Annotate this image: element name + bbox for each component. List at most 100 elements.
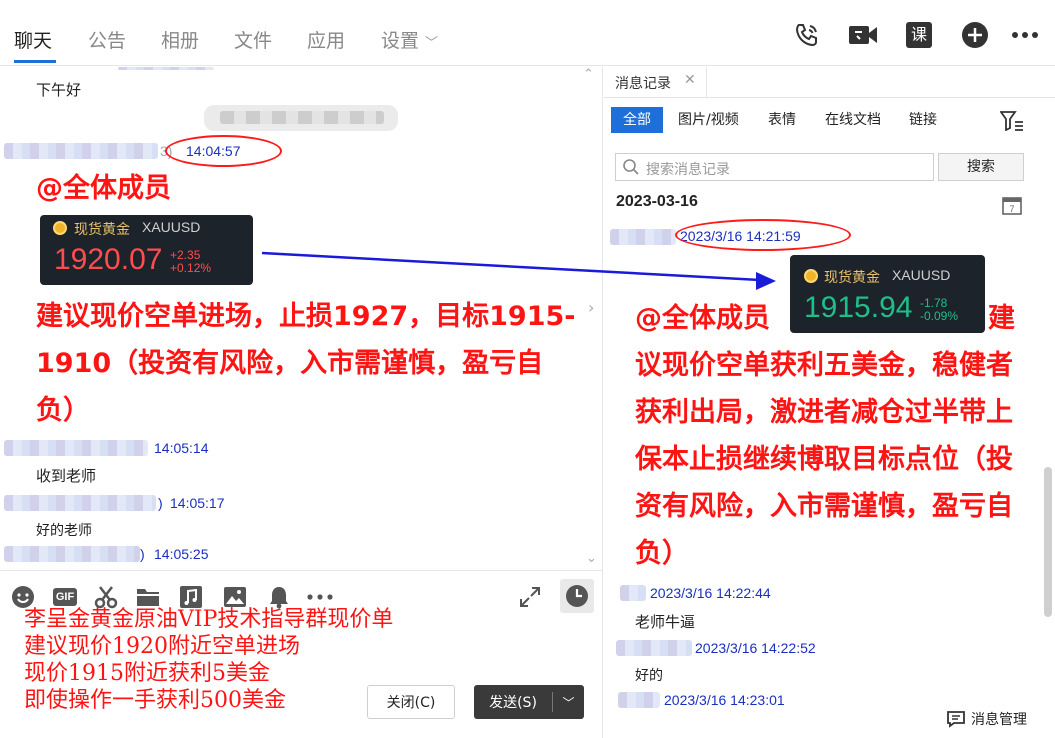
search-input[interactable]: 搜索消息记录 [615,153,934,181]
history-text-line: 建 [988,303,1015,334]
class-icon[interactable]: 课 [904,20,934,50]
message-management-button[interactable]: 消息管理 [946,709,1027,729]
message-text: 好的老师 [36,523,92,539]
svg-text:7: 7 [1009,204,1014,214]
composer: GIF 李呈金黄金原油VIP技术指导群现价单 建议现价1920附近空单进场 现价… [0,570,603,738]
filter-all[interactable]: 全部 [611,107,663,133]
video-call-icon[interactable] [848,20,878,50]
gold-price: 1915.94 [804,291,913,324]
gold-change-pct: +0.12% [170,261,212,275]
filter-docs[interactable]: 在线文档 [825,107,881,133]
gold-symbol: XAUUSD [892,267,951,283]
blurred-name [118,67,214,70]
gold-change-pct: -0.09% [920,309,959,323]
handwriting-line: 建议现价1920附近空单进场 [24,634,300,659]
message-timestamp: 14:05:17 [170,495,225,511]
phone-icon[interactable] [792,20,822,50]
message-text: 下午好 [36,81,82,99]
active-tab-indicator [14,60,56,63]
send-button-label: 发送(S) [489,695,537,711]
message-management-label: 消息管理 [971,712,1027,728]
class-icon-label: 课 [906,22,932,48]
gold-name: 现货黄金 [824,270,880,286]
more-icon[interactable] [1010,20,1040,50]
gold-coin-icon [804,269,818,283]
message-text: 收到老师 [36,467,97,485]
gold-price: 1920.07 [54,243,163,276]
tab-announcement[interactable]: 公告 [88,26,126,53]
divider [604,97,1055,98]
blurred-sender-name [4,546,140,562]
scroll-up-icon[interactable]: ⌃ [583,67,594,82]
history-clock-icon[interactable] [560,579,594,613]
tab-files[interactable]: 文件 [234,26,272,53]
blurred-sender-name [610,229,676,245]
instruction-line: 负） [36,395,90,426]
tab-chat[interactable]: 聊天 [14,26,52,53]
blurred-sender-name [620,585,646,601]
chat-message-area[interactable]: 下午好 ⌃ 3) 14:04:57 @全体成员 现货黄金 XAUUSD 1920… [0,67,603,570]
sender-suffix: ) [158,495,163,511]
mention-all: @全体成员 [635,303,770,334]
blurred-sender-name [4,143,158,159]
history-text-line: 负） [635,538,689,569]
expand-icon[interactable] [518,585,542,609]
send-button[interactable]: 发送(S) ﹀ [474,685,584,719]
chevron-down-icon: ﹀ [425,36,439,51]
blurred-sender-name [4,495,156,511]
message-timestamp: 14:05:25 [154,546,209,562]
gold-change: +2.35 [170,248,201,262]
tab-apps[interactable]: 应用 [307,26,345,53]
tab-settings[interactable]: 设置 ﹀ [381,26,438,53]
close-icon[interactable]: ✕ [684,72,696,88]
message-timestamp: 2023/3/16 14:23:01 [664,692,785,706]
message-timestamp: 2023/3/16 14:22:44 [650,585,771,601]
mention-all: @全体成员 [36,173,171,204]
close-button[interactable]: 关闭(C) [367,685,455,719]
filter-media[interactable]: 图片/视频 [678,107,739,133]
tab-message-history[interactable]: 消息记录 ✕ [604,67,707,97]
gif-icon-label: GIF [52,588,78,606]
scroll-down-icon[interactable]: ⌄ [586,551,597,566]
search-button[interactable]: 搜索 [938,153,1024,181]
history-text-line: 获利出局，激进者减仓过半带上 [635,397,1013,428]
calendar-icon[interactable]: 7 [1002,195,1022,219]
gold-change: -1.78 [920,296,948,310]
filter-icon[interactable] [999,111,1024,135]
filter-links[interactable]: 链接 [909,107,937,133]
blurred-sender-name [4,440,148,456]
tab-album[interactable]: 相册 [161,26,199,53]
gold-coin-icon [53,221,67,235]
instruction-line: 建议现价空单进场，止损1927，目标1915- [36,301,576,332]
message-text: 好的 [635,668,663,684]
message-timestamp: 2023/3/16 14:22:52 [695,640,816,656]
gold-quote-card[interactable]: 现货黄金 XAUUSD 1920.07 +2.35 +0.12% [40,215,253,285]
handwriting-line: 即使操作一手获利500美金 [24,688,286,713]
search-icon [623,159,639,179]
annotation-ellipse [165,135,282,167]
filter-stickers[interactable]: 表情 [768,107,796,133]
history-text-line: 资有风险，入市需谨慎，盈亏自 [635,491,1013,522]
date-header: 2023-03-16 [616,193,698,210]
history-text-line: 保本止损继续博取目标点位（投 [635,444,1013,475]
handwritten-annotation: 李呈金黄金原油VIP技术指导群现价单 建议现价1920附近空单进场 现价1915… [24,606,393,714]
gold-name: 现货黄金 [74,222,130,238]
handwriting-line: 李呈金黄金原油VIP技术指导群现价单 [24,607,394,632]
message-timestamp: 14:05:14 [154,440,209,456]
annotation-ellipse [675,219,851,251]
tab-settings-label: 设置 [381,30,420,52]
chat-bubble-icon [947,711,965,728]
message-history-panel: 消息记录 ✕ 全部 图片/视频 表情 在线文档 链接 搜索消息记录 搜索 202… [604,67,1055,738]
panel-collapse-icon[interactable]: › [588,298,594,317]
history-tab-label: 消息记录 [615,76,671,92]
scrollbar[interactable] [1044,467,1052,617]
gold-symbol: XAUUSD [142,219,201,235]
instruction-line: 1910（投资有风险，入市需谨慎，盈亏自 [36,348,544,379]
chevron-down-icon[interactable]: ﹀ [553,694,584,711]
message-text: 老师牛逼 [635,613,696,631]
top-bar: 聊天 公告 相册 文件 应用 设置 ﹀ 课 [0,0,1055,66]
gold-quote-card[interactable]: 现货黄金 XAUUSD 1915.94 -1.78 -0.09% [790,255,985,333]
add-circle-icon[interactable] [960,20,990,50]
handwriting-line: 现价1915附近获利5美金 [24,661,270,686]
blurred-system-text [220,111,384,124]
